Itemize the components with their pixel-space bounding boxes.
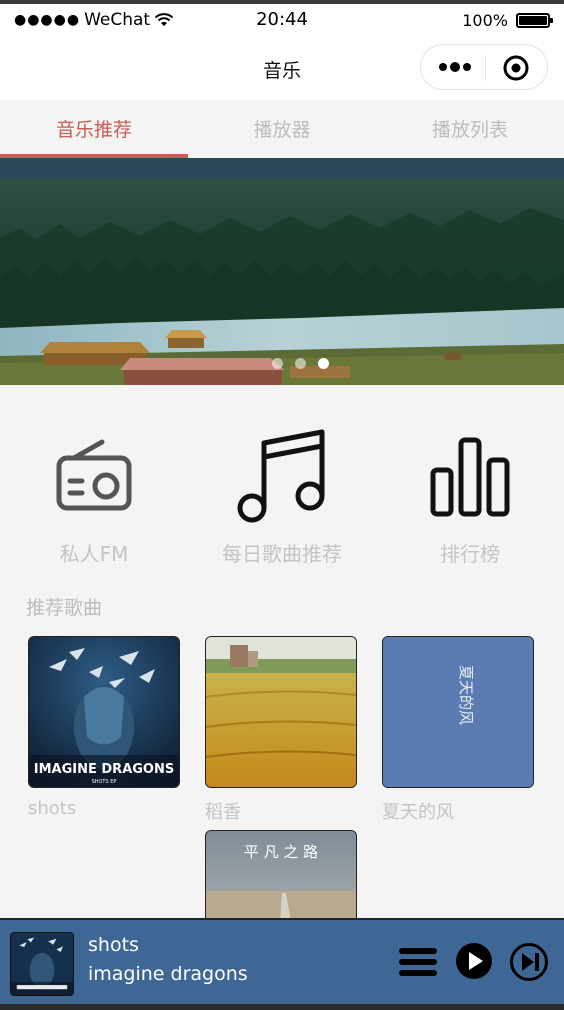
feature-label: 排行榜 <box>440 542 500 566</box>
carousel-dot-active[interactable] <box>317 358 329 369</box>
nav-bar: 音乐 <box>0 42 564 100</box>
tab-music-recommend[interactable]: 音乐推荐 <box>0 100 188 158</box>
album-cover: 夏天的风 <box>382 636 534 788</box>
section-title: 推荐歌曲 <box>26 597 103 619</box>
svg-text:平 凡 之 路: 平 凡 之 路 <box>244 843 318 861</box>
tab-playlist[interactable]: 播放列表 <box>376 100 564 158</box>
carousel-indicators <box>0 358 564 369</box>
imagine-dragons-shots-cover: IMAGINE DRAGONS SHOTS EP <box>29 637 179 787</box>
song-card-daoxiang[interactable]: 稻香 <box>205 636 357 824</box>
play-icon[interactable] <box>455 942 493 980</box>
bar-chart-icon <box>430 437 510 517</box>
music-note-icon <box>237 429 325 523</box>
carousel-dot[interactable] <box>294 358 306 369</box>
now-playing-artist: imagine dragons <box>88 963 248 985</box>
close-icon[interactable] <box>501 53 531 83</box>
player-bar[interactable]: shots imagine dragons <box>0 918 564 1004</box>
tab-bar: 音乐推荐 播放器 播放列表 <box>0 100 564 158</box>
imagine-dragons-shots-cover <box>11 933 73 995</box>
svg-text:IMAGINE DRAGONS: IMAGINE DRAGONS <box>34 762 174 777</box>
svg-text:夏天的风: 夏天的风 <box>457 665 475 725</box>
album-cover: IMAGINE DRAGONS SHOTS EP <box>28 636 180 788</box>
battery-status: 100% <box>462 11 553 30</box>
summer-wind-cover: 夏天的风 <box>383 637 533 787</box>
capsule-divider <box>485 55 486 81</box>
svg-text:SHOTS EP: SHOTS EP <box>92 779 117 785</box>
rice-field-cover <box>206 637 356 787</box>
song-card-summer-wind[interactable]: 夏天的风 夏天的风 <box>382 636 534 824</box>
song-name: 夏天的风 <box>382 802 454 823</box>
feature-label: 私人FM <box>59 542 129 566</box>
bottom-edge <box>0 1004 564 1010</box>
radio-icon <box>56 439 132 511</box>
tab-player[interactable]: 播放器 <box>188 100 376 158</box>
song-name: 稻香 <box>205 802 241 823</box>
song-name: shots <box>28 798 77 819</box>
now-playing-title: shots <box>88 934 139 956</box>
song-card-shots[interactable]: IMAGINE DRAGONS SHOTS EP shots <box>28 636 180 819</box>
feature-label: 每日歌曲推荐 <box>222 542 342 566</box>
playlist-menu-icon[interactable] <box>398 944 438 980</box>
feature-row: 私人FM 每日歌曲推荐 排行榜 <box>0 420 564 570</box>
feature-daily-recommend[interactable]: 每日歌曲推荐 <box>188 420 376 570</box>
battery-icon <box>516 13 553 28</box>
mini-program-capsule <box>420 44 548 90</box>
status-bar: ●●●●● WeChat 20:44 100% <box>0 0 564 42</box>
feature-personal-fm[interactable]: 私人FM <box>0 420 188 570</box>
feature-charts[interactable]: 排行榜 <box>376 420 564 570</box>
now-playing-cover[interactable] <box>10 932 74 996</box>
battery-percent: 100% <box>462 11 508 30</box>
banner-carousel[interactable] <box>0 158 564 385</box>
more-icon[interactable] <box>435 51 475 83</box>
banner-image <box>0 158 564 385</box>
album-cover <box>205 636 357 788</box>
phone-screen: ●●●●● WeChat 20:44 100% 音乐 音乐推荐 播放器 播放列表… <box>0 0 564 1010</box>
carousel-dot[interactable] <box>271 358 283 369</box>
next-track-icon[interactable] <box>509 942 549 982</box>
